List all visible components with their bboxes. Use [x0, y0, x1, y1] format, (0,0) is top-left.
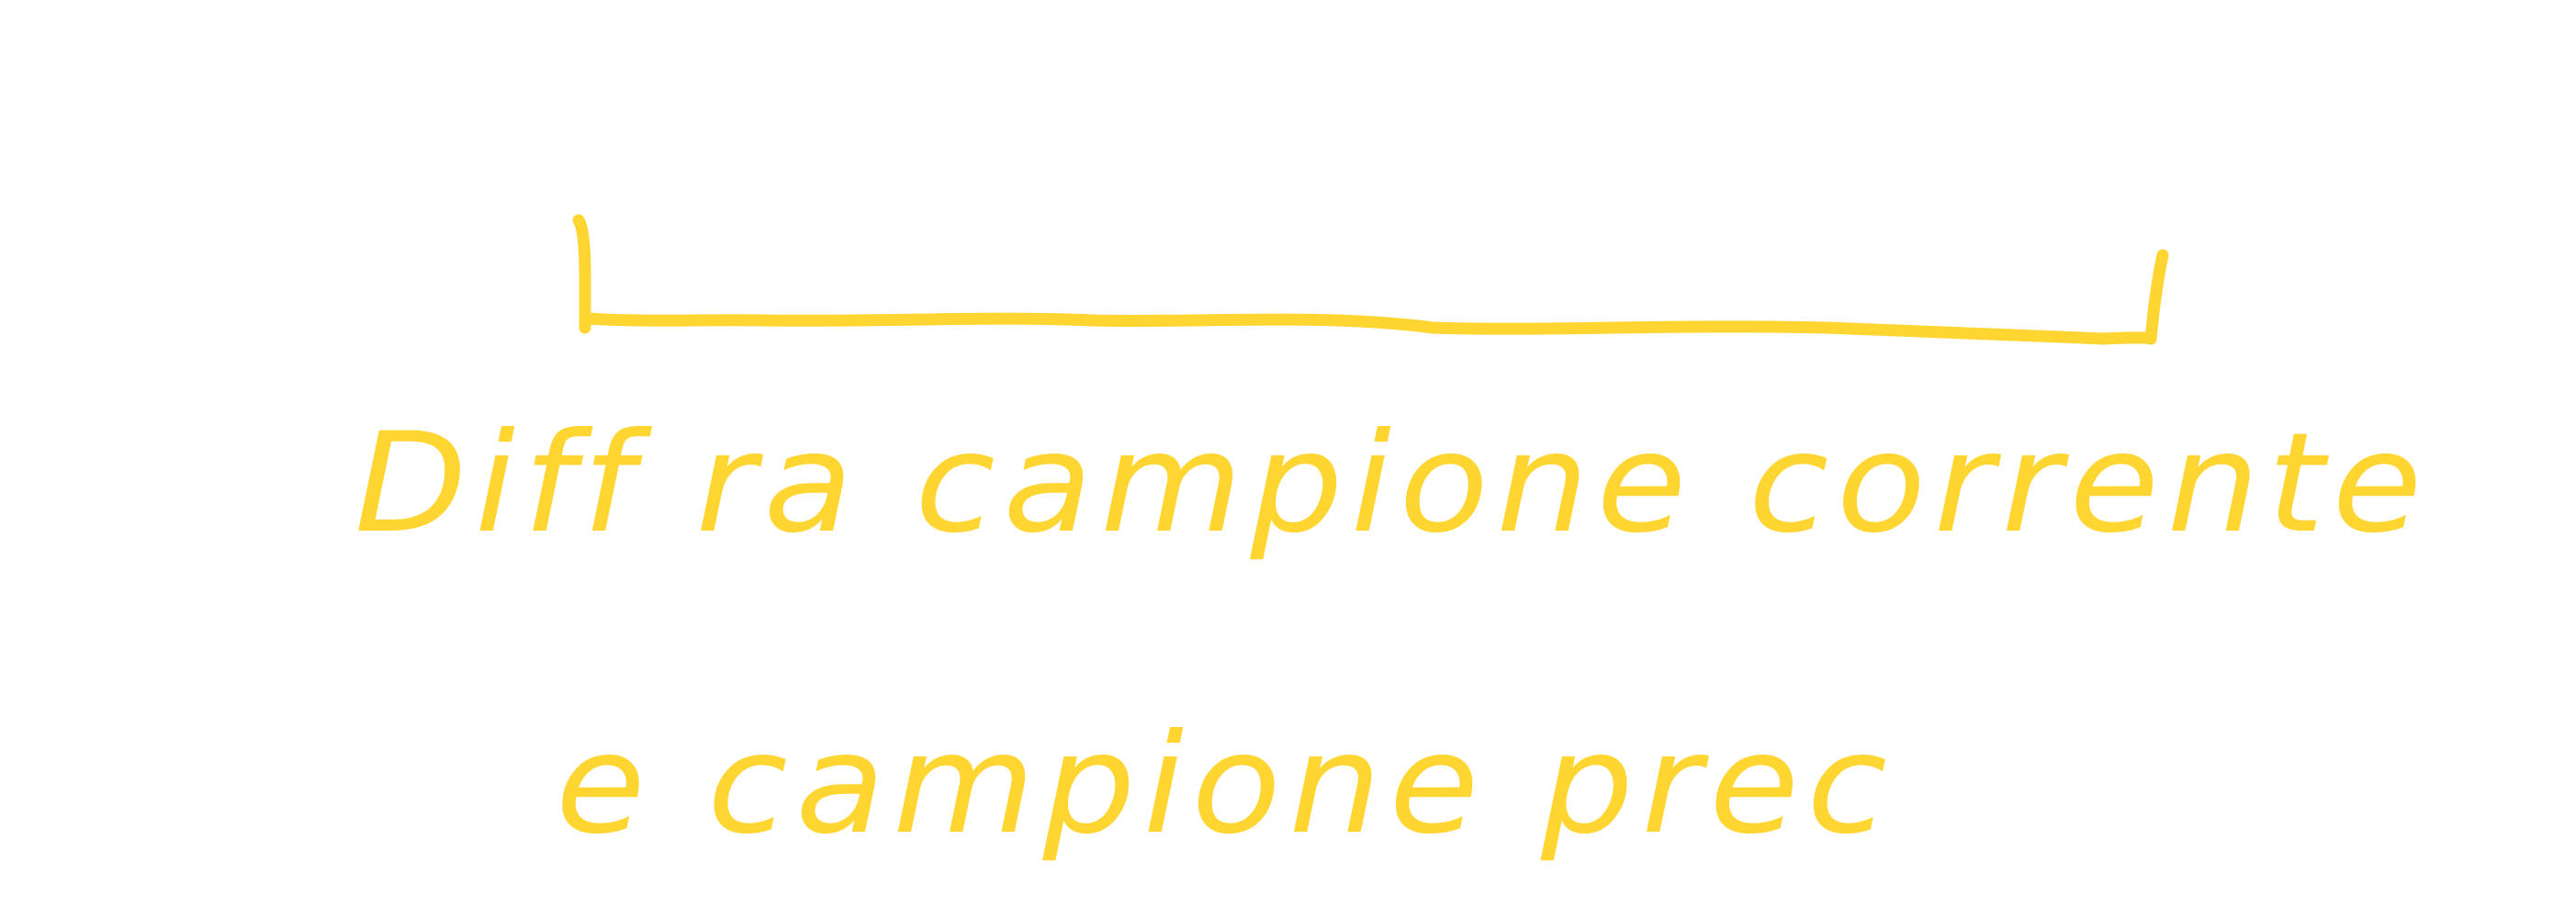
note-line-2: e campione prec	[556, 705, 1895, 865]
bracket-base	[581, 312, 2157, 345]
handwritten-note-canvas: Diff ra campione corrente e campione pre…	[0, 0, 2576, 918]
bracket-right-arm	[2144, 249, 2169, 345]
bracket-left-arm	[572, 214, 591, 334]
note-line-1: Diff ra campione corrente	[354, 404, 2430, 564]
